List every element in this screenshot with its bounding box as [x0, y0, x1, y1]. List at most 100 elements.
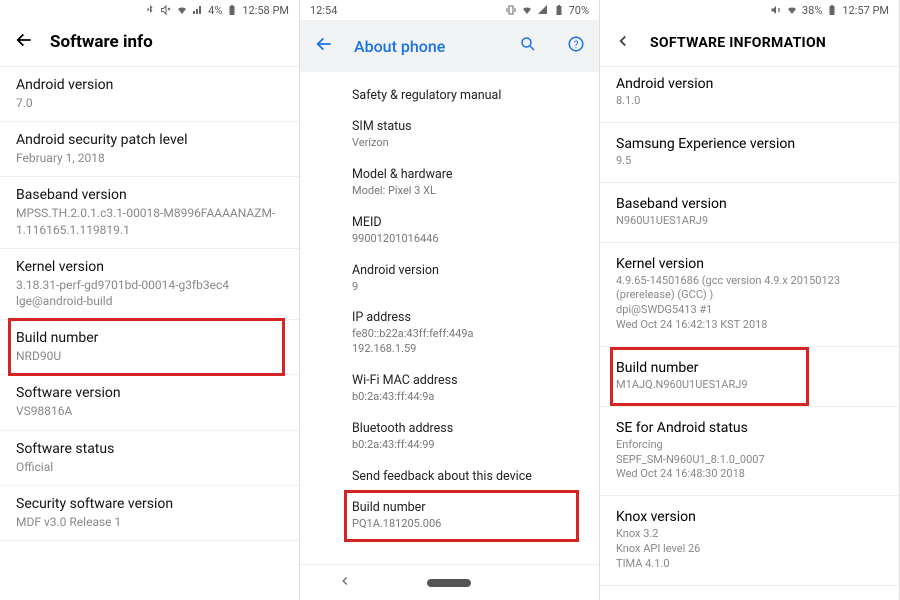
wifi-icon [786, 4, 798, 16]
row-label: Wi-Fi MAC address [352, 373, 579, 388]
signal-icon [537, 4, 549, 16]
panel-lg-software-info: 4% 12:58 PM Software info Android versio… [0, 0, 300, 600]
settings-row[interactable]: Security software versionMDF v3.0 Releas… [0, 486, 299, 541]
settings-row[interactable]: MEID 99001201016446 [300, 207, 599, 255]
row-label: Baseband version [16, 187, 283, 203]
row-value: b0:2a:43:ff:44:9a [352, 390, 579, 405]
settings-row[interactable]: Knox version Knox 3.2 Knox API level 26 T… [600, 500, 899, 581]
header-bar: SOFTWARE INFORMATION [600, 20, 899, 67]
row-label: Build number [616, 360, 883, 376]
vibrate-icon [505, 4, 517, 16]
row-value: Official [16, 459, 283, 475]
bluetooth-icon [144, 4, 156, 16]
battery-icon [826, 4, 838, 16]
row-value: 3.18.31-perf-gd9701bd-00014-g3fb3ec4 lge… [16, 277, 283, 309]
row-label: Model & hardware [352, 167, 579, 182]
status-bar: 4% 12:58 PM [0, 0, 299, 20]
settings-row[interactable]: Send feedback about this device [300, 461, 599, 492]
settings-row[interactable]: Android version9 [300, 255, 599, 303]
row-value: February 1, 2018 [16, 150, 283, 166]
row-value: PQ1A.181205.006 [352, 517, 579, 532]
settings-row[interactable]: Build numberNRD90U [0, 320, 299, 375]
row-value: MPSS.TH.2.0.1.c3.1-00018-M8996FAAAANAZM-… [16, 205, 283, 237]
battery-icon [226, 4, 238, 16]
settings-row[interactable]: Build number M1AJQ.N960U1UES1ARJ9 [600, 351, 899, 402]
settings-row[interactable]: IP addressfe80::b22a:43ff:feff:449a 192.… [300, 302, 599, 365]
row-label: Android version [352, 263, 579, 278]
help-icon[interactable]: ? [567, 35, 585, 57]
settings-row[interactable]: Software versionVS98816A [0, 375, 299, 430]
status-bar: 12:54 70% [300, 0, 599, 20]
row-label: Kernel version [16, 259, 283, 275]
settings-row[interactable]: Baseband version MPSS.TH.2.0.1.c3.1-00018… [0, 177, 299, 248]
search-icon[interactable] [519, 35, 537, 57]
settings-row[interactable]: Samsung Experience version9.5 [600, 127, 899, 178]
settings-row[interactable]: Safety & regulatory manual [300, 72, 599, 111]
settings-row[interactable]: Baseband version N960U1UES1ARJ9 [600, 187, 899, 238]
row-value: 99001201016446 [352, 232, 579, 247]
nav-home-pill[interactable] [427, 579, 471, 587]
settings-row[interactable]: SIM statusVerizon [300, 111, 599, 159]
clock-text: 12:57 PM [842, 4, 889, 17]
settings-row[interactable]: Android version 7.0 [0, 67, 299, 122]
status-bar: 38% 12:57 PM [600, 0, 899, 20]
clock-text: 12:58 PM [242, 4, 289, 17]
signal-text: 4% [208, 4, 222, 17]
page-title: About phone [354, 37, 489, 56]
wifi-icon [176, 4, 188, 16]
back-icon[interactable] [614, 32, 632, 54]
row-label: MEID [352, 215, 579, 230]
mute-icon [160, 4, 172, 16]
row-label: Software version [16, 385, 283, 401]
settings-row[interactable]: Build number PQ1A.181205.006 [300, 492, 599, 540]
row-label: Bluetooth address [352, 421, 579, 436]
row-value: MDF v3.0 Release 1 [16, 514, 283, 530]
back-icon[interactable] [14, 30, 34, 54]
settings-row[interactable]: Wi-Fi MAC address b0:2a:43:ff:44:9a [300, 365, 599, 413]
page-title: SOFTWARE INFORMATION [650, 35, 826, 51]
settings-list: Android version 8.1.0 Samsung Experience v… [600, 67, 899, 600]
settings-row[interactable]: Bluetooth address b0:2a:43:ff:44:99 [300, 413, 599, 461]
settings-row[interactable]: Service provider SW ver.SAOMC_SM-N960U1_… [600, 590, 899, 600]
row-label: Kernel version [616, 256, 883, 272]
settings-row[interactable]: Kernel version 3.18.31-perf-gd9701bd-0001… [0, 249, 299, 320]
settings-list: Android version 7.0 Android security patch… [0, 67, 299, 600]
settings-row[interactable]: SE for Android statusEnforcing SEPF_SM-N… [600, 411, 899, 492]
row-value: 4.9.65-14501686 (gcc version 4.9.x 20150… [616, 274, 883, 333]
panel-pixel-about-phone: 12:54 70% About phone ? Safety & regulat… [300, 0, 600, 600]
row-value: NRD90U [16, 348, 283, 364]
settings-row[interactable]: Software status Official [0, 431, 299, 486]
row-value: 8.1.0 [616, 94, 883, 109]
row-label: Android version [16, 77, 283, 93]
row-label: Safety & regulatory manual [352, 88, 579, 103]
row-value: Knox 3.2 Knox API level 26 TIMA 4.1.0 [616, 527, 883, 572]
signal-icon [192, 4, 204, 16]
row-label: Send feedback about this device [352, 469, 579, 484]
row-value: 7.0 [16, 95, 283, 111]
row-value: Model: Pixel 3 XL [352, 184, 579, 199]
settings-row[interactable]: Model & hardware Model: Pixel 3 XL [300, 159, 599, 207]
row-value: b0:2a:43:ff:44:99 [352, 438, 579, 453]
row-label: Knox version [616, 509, 883, 525]
row-value: M1AJQ.N960U1UES1ARJ9 [616, 378, 883, 393]
row-label: Baseband version [616, 196, 883, 212]
row-label: Android version [616, 76, 883, 92]
battery-text: 70% [569, 4, 589, 17]
row-label: IP address [352, 310, 579, 325]
nav-back-icon[interactable] [338, 573, 352, 592]
row-label: Software status [16, 441, 283, 457]
clock-text: 12:54 [310, 4, 337, 17]
row-value: fe80::b22a:43ff:feff:449a 192.168.1.59 [352, 327, 579, 357]
header-bar: About phone ? [300, 20, 599, 72]
battery-icon [553, 4, 565, 16]
row-label: Build number [352, 500, 579, 515]
settings-list: Safety & regulatory manual SIM statusVeri… [300, 72, 599, 564]
back-icon[interactable] [314, 34, 334, 58]
row-value: N960U1UES1ARJ9 [616, 214, 883, 229]
row-label: Android security patch level [16, 132, 283, 148]
settings-row[interactable]: Android version 8.1.0 [600, 67, 899, 118]
battery-text: 38% [802, 4, 822, 17]
settings-row[interactable]: Android security patch level February 1, … [0, 122, 299, 177]
mute-icon [770, 4, 782, 16]
settings-row[interactable]: Kernel version 4.9.65-14501686 (gcc versi… [600, 247, 899, 342]
